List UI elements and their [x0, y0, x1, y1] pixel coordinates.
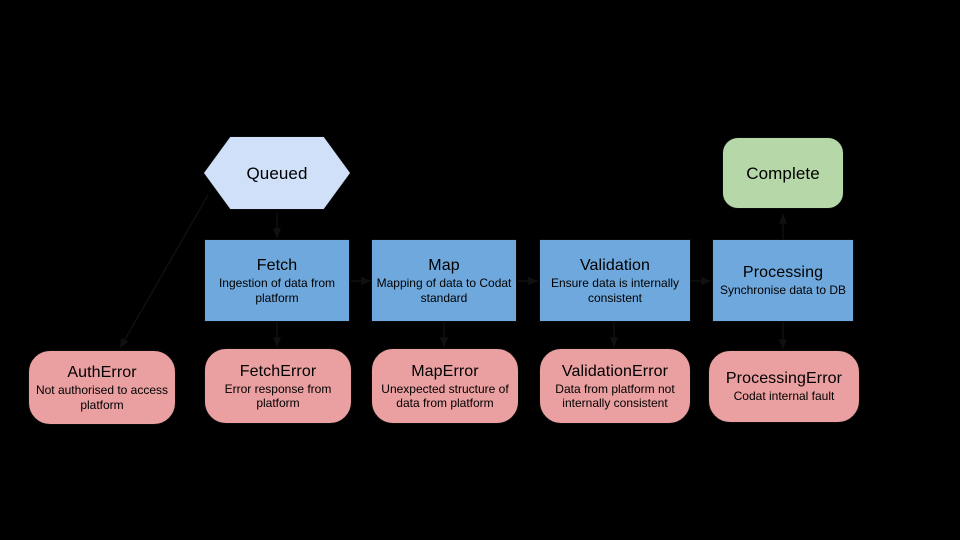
stage-subtitle-map: Mapping of data to Codat standard	[376, 276, 512, 305]
edge-queued-to-auth-error	[119, 194, 209, 349]
error-subtitle-processing-error: Codat internal fault	[733, 389, 835, 404]
error-title-validation-error: ValidationError	[561, 362, 669, 380]
queued-label: Queued	[246, 163, 308, 183]
error-subtitle-auth-error: Not authorised to access platform	[35, 383, 169, 412]
error-subtitle-fetch-error: Error response from platform	[224, 381, 332, 411]
error-node-map-error[interactable]: MapError Unexpected structure of data fr…	[371, 348, 519, 424]
error-node-validation-error[interactable]: ValidationError Data from platform not i…	[539, 348, 691, 424]
stage-title-processing: Processing	[742, 264, 824, 282]
error-node-fetch-error[interactable]: FetchError Error response from platform	[204, 348, 352, 424]
error-node-processing-error[interactable]: ProcessingError Codat internal fault	[708, 350, 860, 423]
error-node-auth-error[interactable]: AuthError Not authorised to access platf…	[28, 350, 176, 425]
stage-title-validation: Validation	[579, 257, 651, 274]
error-subtitle-map-error: Unexpected structure of data from platfo…	[381, 381, 509, 411]
error-subtitle-validation-error: Data from platform not internally consis…	[555, 381, 675, 411]
complete-label: Complete	[746, 163, 820, 183]
error-title-auth-error: AuthError	[67, 364, 137, 381]
error-title-map-error: MapError	[411, 362, 479, 380]
stage-title-fetch: Fetch	[256, 257, 298, 274]
queued-node[interactable]: Queued	[204, 137, 350, 209]
error-title-fetch-error: FetchError	[239, 362, 317, 380]
stage-subtitle-fetch: Ingestion of data from platform	[218, 276, 336, 305]
stage-node-fetch[interactable]: Fetch Ingestion of data from platform	[204, 239, 350, 322]
error-title-processing-error: ProcessingError	[725, 370, 843, 388]
stage-subtitle-validation: Ensure data is internally consistent	[550, 276, 680, 305]
stage-node-processing[interactable]: Processing Synchronise data to DB	[712, 239, 854, 322]
complete-node[interactable]: Complete	[722, 137, 844, 209]
stage-node-validation[interactable]: Validation Ensure data is internally con…	[539, 239, 691, 322]
stage-node-map[interactable]: Map Mapping of data to Codat standard	[371, 239, 517, 322]
stage-title-map: Map	[428, 257, 460, 274]
stage-subtitle-processing: Synchronise data to DB	[719, 283, 847, 298]
diagram-canvas: Queued Complete Fetch Ingestion of data …	[0, 0, 960, 540]
